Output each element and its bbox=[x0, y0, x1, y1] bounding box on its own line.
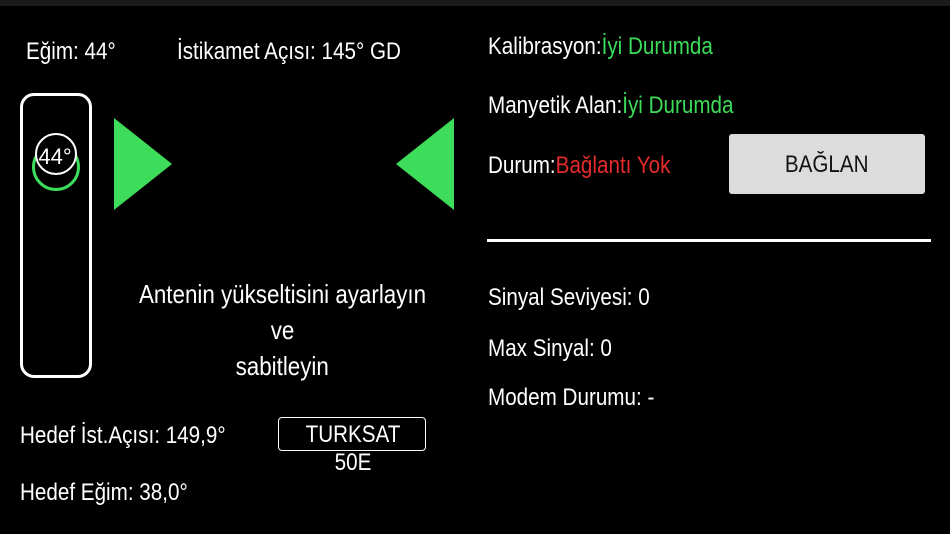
magnetic-value: İyi Durumda bbox=[622, 92, 734, 119]
target-azimuth-label: Hedef İst.Açısı: bbox=[20, 422, 160, 449]
target-azimuth-readout: Hedef İst.Açısı: 149,9° bbox=[20, 422, 226, 450]
satellite-selector[interactable]: TURKSAT 50E bbox=[278, 417, 426, 476]
modem-status-readout: Modem Durumu: - bbox=[488, 384, 654, 412]
connection-value: Bağlantı Yok bbox=[555, 152, 671, 179]
arrow-left-icon bbox=[396, 118, 454, 210]
max-signal-label: Max Sinyal: bbox=[488, 335, 595, 362]
tilt-value: 44° bbox=[84, 38, 116, 65]
azimuth-label: İstikamet Açısı: bbox=[177, 38, 316, 65]
target-tilt-label: Hedef Eğim: bbox=[20, 479, 134, 506]
satellite-name: TURKSAT 50E bbox=[305, 421, 401, 476]
max-signal-value: 0 bbox=[600, 335, 612, 362]
max-signal-readout: Max Sinyal: 0 bbox=[488, 335, 612, 363]
target-tilt-value: 38,0° bbox=[139, 479, 188, 506]
target-azimuth-value: 149,9° bbox=[165, 422, 226, 449]
instruction-text: Antenin yükseltisini ayarlayın ve sabitl… bbox=[100, 276, 465, 384]
instruction-line-2: sabitleyin bbox=[235, 351, 330, 381]
azimuth-readout: İstikamet Açısı: 145° GD bbox=[177, 38, 401, 66]
section-divider bbox=[487, 239, 931, 242]
target-tilt-readout: Hedef Eğim: 38,0° bbox=[20, 479, 188, 507]
signal-level-readout: Sinyal Seviyesi: 0 bbox=[488, 284, 650, 312]
arrow-right-icon bbox=[114, 118, 172, 210]
gauge-value: 44° bbox=[38, 144, 72, 169]
tilt-label: Eğim: bbox=[26, 38, 79, 65]
magnetic-field-status: Manyetik Alan:İyi Durumda bbox=[488, 92, 734, 120]
instruction-line-1: Antenin yükseltisini ayarlayın ve bbox=[138, 279, 427, 345]
azimuth-value: 145° GD bbox=[321, 38, 401, 65]
signal-level-value: 0 bbox=[638, 284, 650, 311]
calibration-label: Kalibrasyon: bbox=[488, 33, 602, 60]
connect-button-label: BAĞLAN bbox=[785, 151, 869, 178]
top-status-strip bbox=[0, 0, 950, 6]
connection-status: Durum:Bağlantı Yok bbox=[488, 152, 670, 180]
connect-button[interactable]: BAĞLAN bbox=[729, 134, 925, 194]
modem-status-value: - bbox=[647, 384, 655, 411]
calibration-value: İyi Durumda bbox=[601, 33, 713, 60]
magnetic-label: Manyetik Alan: bbox=[488, 92, 623, 119]
tilt-gauge: 44° bbox=[30, 132, 80, 207]
calibration-status: Kalibrasyon:İyi Durumda bbox=[488, 33, 713, 61]
modem-status-label: Modem Durumu: bbox=[488, 384, 642, 411]
signal-level-label: Sinyal Seviyesi: bbox=[488, 284, 633, 311]
connection-label: Durum: bbox=[488, 152, 556, 179]
tilt-readout: Eğim: 44° bbox=[26, 38, 116, 66]
